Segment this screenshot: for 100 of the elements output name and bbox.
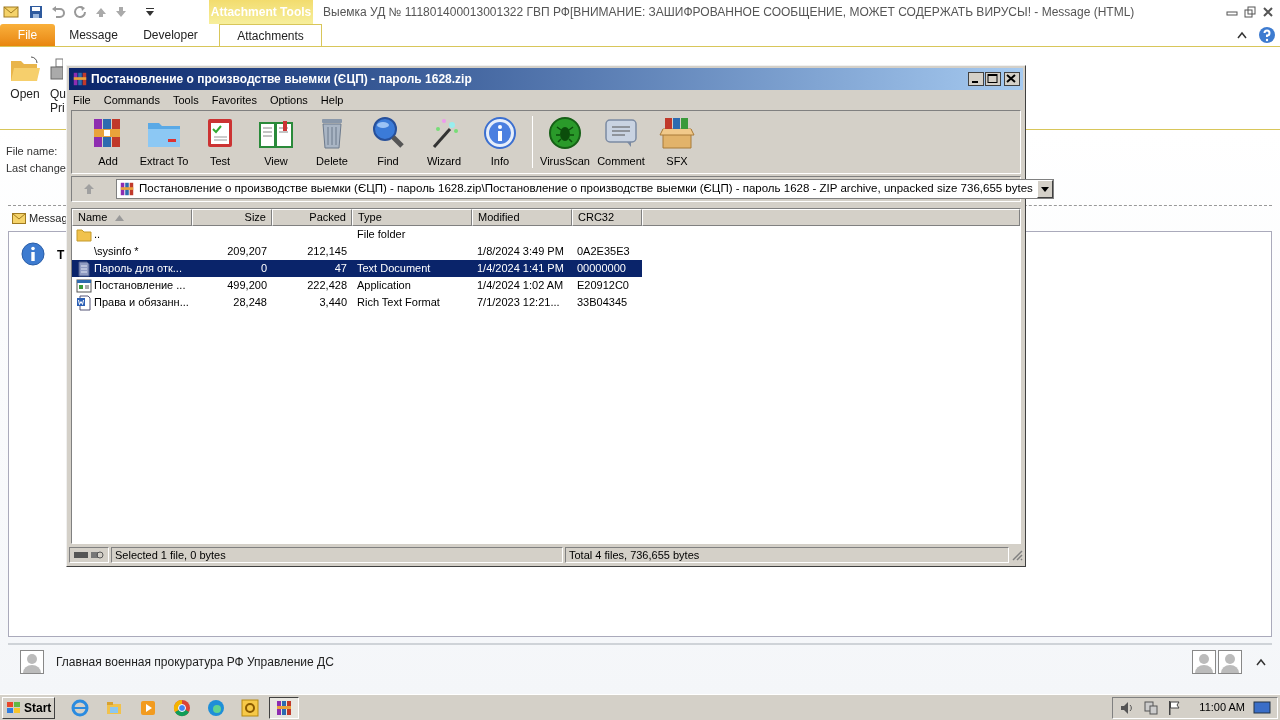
show-desktop-icon[interactable]	[1253, 700, 1271, 715]
folder-icon	[76, 226, 92, 243]
browser-icon	[173, 698, 192, 717]
drive-icon[interactable]	[74, 551, 104, 559]
bug-icon	[547, 114, 583, 151]
dropdown-arrow-icon[interactable]	[1040, 186, 1049, 192]
envelope-icon[interactable]	[3, 5, 19, 19]
table-cell-text: 222,428	[307, 278, 347, 294]
undo-icon[interactable]	[51, 5, 65, 19]
menu-item[interactable]: Help	[320, 91, 344, 109]
minimize-button[interactable]	[968, 72, 984, 86]
close-button[interactable]	[1004, 72, 1020, 86]
menu-item[interactable]: Tools	[173, 91, 199, 109]
table-cell-text: 47	[334, 261, 347, 277]
column-header[interactable]: Packed	[272, 209, 352, 226]
table-cell-text: 209,207	[227, 244, 267, 260]
person-icon[interactable]	[1218, 649, 1242, 674]
archive-icon	[72, 71, 88, 87]
column-header[interactable]: Name	[72, 209, 192, 226]
table-cell-text: Application	[357, 278, 411, 294]
menu-item[interactable]: File	[73, 91, 91, 109]
person-icon[interactable]	[1192, 649, 1216, 674]
customize-dropdown-icon[interactable]	[145, 6, 155, 18]
toolbar-button[interactable]: VirusScan	[537, 113, 593, 171]
menu-item[interactable]: Commands	[103, 91, 160, 109]
context-tab-group-label: Attachment Tools	[209, 0, 313, 24]
play-icon	[139, 698, 158, 717]
taskbar-button[interactable]	[269, 696, 300, 719]
sort-ascending-icon	[115, 214, 125, 221]
down-arrow-icon[interactable]	[115, 6, 127, 18]
table-cell-text: 1/4/2024 1:41 PM	[477, 261, 564, 277]
column-header[interactable]: CRC32	[572, 209, 642, 226]
toolbar-button[interactable]: Extract To	[136, 113, 192, 171]
toolbar-button[interactable]: View	[248, 113, 304, 171]
ribbon-tab[interactable]: Message	[55, 24, 132, 46]
ribbon-button-label[interactable]: Pri	[50, 101, 65, 115]
help-icon[interactable]	[1258, 26, 1276, 44]
ribbon-tab[interactable]: Developer	[132, 24, 209, 46]
file-row[interactable]: .. File folder	[72, 226, 642, 243]
browser-icon	[207, 698, 226, 717]
table-cell-text: 499,200	[227, 278, 267, 294]
toolbar-button[interactable]: Comment	[593, 113, 649, 171]
mail-app-icon	[241, 698, 260, 717]
person-icon	[20, 649, 44, 674]
column-header[interactable]: Size	[192, 209, 272, 226]
table-cell-text: ..	[94, 227, 101, 243]
info-icon	[482, 114, 518, 151]
table-cell-text: 1/8/2024 3:49 PM	[477, 244, 564, 260]
resize-grip-icon[interactable]	[1011, 549, 1023, 561]
toolbar-button[interactable]: Add	[80, 113, 136, 171]
expand-icon[interactable]	[1256, 657, 1266, 666]
table-cell-text: 1/4/2024 1:02 AM	[477, 278, 564, 294]
file-row[interactable]: \sysinfo * 209,207 212,145 1/8/2024 3:49 PM 0A2E35E3	[72, 243, 642, 260]
file-row[interactable]: Постановление ... 499,200 222,428 Application 1/4/2024 1:02 AM E20912C0	[72, 277, 642, 294]
printer-icon[interactable]	[50, 55, 63, 83]
table-cell-text: Пароль для отк...	[94, 261, 182, 277]
info-icon	[21, 241, 45, 266]
file-row[interactable]: Пароль для отк... 0 47 Text Document 1/4/2024 1:41 PM 00000000	[72, 260, 642, 277]
file-row[interactable]: Права и обязанн... 28,248 3,440 Rich Text Format 7/1/2023 12:21... 33B04345	[72, 294, 642, 311]
toolbar-button[interactable]: Find	[360, 113, 416, 171]
toolbar-button[interactable]: Wizard	[416, 113, 472, 171]
browser-icon	[71, 698, 90, 717]
menu-item[interactable]: Options	[269, 91, 308, 109]
table-cell-text: E20912C0	[577, 278, 629, 294]
redo-icon[interactable]	[73, 5, 87, 19]
save-icon[interactable]	[29, 5, 43, 19]
envelope-icon	[12, 212, 26, 224]
maximize-button[interactable]	[985, 72, 1001, 86]
archive-icon	[275, 698, 294, 717]
start-button[interactable]: Start	[2, 696, 56, 719]
flag-icon[interactable]	[1167, 699, 1182, 716]
table-cell-text: 7/1/2023 12:21...	[477, 295, 560, 311]
address-field[interactable]: Постановление о производстве выемки (ЄЦП) - пароль 1628.zip\Постановление о производстве выемки (ЄЦП) - пароль 1628 - ZIP archive, unpacked size 736,655 bytes	[116, 179, 1054, 199]
table-cell-text: 28,248	[233, 295, 267, 311]
column-header[interactable]: Modified	[472, 209, 572, 226]
column-header[interactable]	[642, 209, 1020, 226]
collapse-ribbon-icon[interactable]	[1236, 30, 1248, 40]
table-cell-text: 212,145	[307, 244, 347, 260]
column-header[interactable]: Type	[352, 209, 472, 226]
table-cell-text: 0A2E35E3	[577, 244, 630, 260]
application-window-icon	[76, 277, 92, 294]
clock: 11:00 AM	[1199, 700, 1245, 716]
up-arrow-icon[interactable]	[95, 6, 107, 18]
ribbon-tab[interactable]: Attachments	[219, 24, 322, 46]
close-icon[interactable]	[1262, 6, 1274, 18]
ribbon-button-label[interactable]: Qu	[50, 87, 66, 101]
ribbon-button-label[interactable]: Open	[10, 87, 40, 101]
toolbar-button[interactable]: Delete	[304, 113, 360, 171]
table-cell-text: File folder	[357, 227, 406, 243]
info-text: T	[57, 246, 65, 264]
toolbar-button[interactable]: SFX	[649, 113, 705, 171]
table-cell-text: Права и обязанн...	[94, 295, 189, 311]
windows-logo-icon	[6, 700, 22, 715]
restore-icon[interactable]	[1244, 6, 1256, 18]
menu-item[interactable]: Favorites	[211, 91, 257, 109]
toolbar-button[interactable]: Info	[472, 113, 528, 171]
toolbar-button[interactable]: Test	[192, 113, 248, 171]
status-text: Total 4 files, 736,655 bytes	[565, 547, 1009, 563]
network-icon[interactable]	[1143, 699, 1160, 716]
archive-icon	[119, 181, 135, 197]
